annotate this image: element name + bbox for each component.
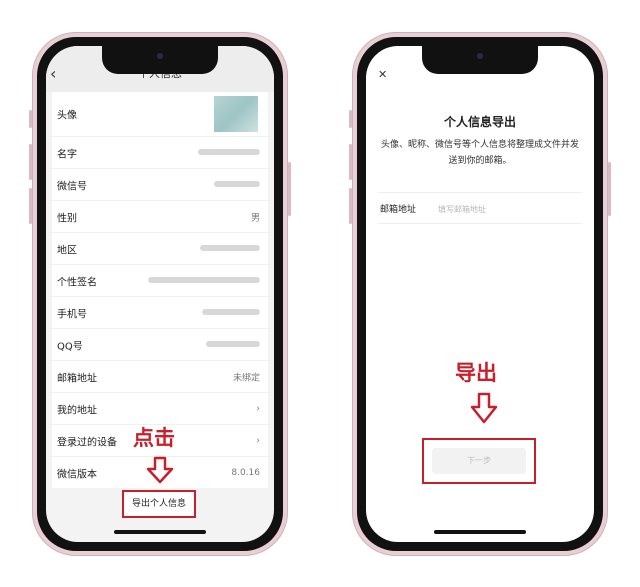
volume-down-button xyxy=(29,188,32,224)
row-avatar[interactable]: 头像 xyxy=(52,92,268,137)
notch xyxy=(422,46,538,74)
row-value: 男 xyxy=(250,213,260,223)
volume-down-button xyxy=(349,188,352,224)
mute-switch xyxy=(349,110,352,128)
arrow-down-icon xyxy=(146,456,174,484)
highlight-box: 下一步 xyxy=(422,438,536,484)
row-label: 名字 xyxy=(57,149,77,160)
row-label: QQ号 xyxy=(57,341,83,352)
notch xyxy=(102,46,218,74)
row-label: 登录过的设备 xyxy=(57,437,117,448)
row-label: 手机号 xyxy=(57,309,87,320)
email-label: 邮箱地址 xyxy=(380,205,417,215)
row-label: 性别 xyxy=(57,213,77,224)
power-button xyxy=(608,162,611,216)
power-button xyxy=(288,162,291,216)
row-value: 未绑定 xyxy=(232,373,260,383)
screen-export-info: ✕ 个人信息导出 头像、昵称、微信号等个人信息将整理成文件并发送到你的邮箱。 邮… xyxy=(366,46,594,542)
email-input[interactable] xyxy=(436,199,590,219)
blurred-value xyxy=(206,340,260,347)
row-phone[interactable]: 手机号 xyxy=(52,297,268,329)
home-indicator xyxy=(434,530,526,534)
row-label: 我的地址 xyxy=(57,405,97,416)
row-name[interactable]: 名字 xyxy=(52,137,268,169)
blurred-value xyxy=(148,276,260,283)
blurred-value xyxy=(202,308,260,315)
home-indicator xyxy=(114,530,206,534)
avatar xyxy=(214,96,258,132)
row-signature[interactable]: 个性签名 xyxy=(52,265,268,297)
row-gender[interactable]: 性别 男 xyxy=(52,201,268,233)
export-description: 头像、昵称、微信号等个人信息将整理成文件并发送到你的邮箱。 xyxy=(380,140,579,166)
row-label: 微信版本 xyxy=(57,469,97,480)
close-icon[interactable]: ✕ xyxy=(378,68,387,81)
row-label: 个性签名 xyxy=(57,277,97,288)
page-title: 个人信息导出 xyxy=(443,115,516,129)
row-wechat-id[interactable]: 微信号 xyxy=(52,169,268,201)
next-step-button[interactable]: 下一步 xyxy=(432,448,526,474)
row-value: 8.0.16 xyxy=(231,467,260,478)
annotation-tap: 点击 xyxy=(133,426,175,450)
chevron-right-icon: › xyxy=(256,435,260,446)
row-label: 邮箱地址 xyxy=(57,373,97,384)
row-email[interactable]: 邮箱地址 未绑定 xyxy=(52,361,268,393)
export-info-button[interactable]: 导出个人信息 xyxy=(122,490,196,518)
row-my-address[interactable]: 我的地址 › xyxy=(52,393,268,425)
camera-icon xyxy=(157,53,163,59)
row-label: 头像 xyxy=(57,110,77,122)
blurred-value xyxy=(198,148,260,155)
row-qq[interactable]: QQ号 xyxy=(52,329,268,361)
chevron-right-icon: › xyxy=(256,403,260,414)
row-region[interactable]: 地区 xyxy=(52,233,268,265)
annotation-export: 导出 xyxy=(455,361,497,385)
blurred-value xyxy=(200,244,260,251)
mute-switch xyxy=(29,110,32,128)
phone-frame-right: ✕ 个人信息导出 头像、昵称、微信号等个人信息将整理成文件并发送到你的邮箱。 邮… xyxy=(349,32,611,556)
camera-icon xyxy=(477,53,483,59)
row-label: 地区 xyxy=(57,245,77,256)
row-label: 微信号 xyxy=(57,181,87,192)
volume-up-button xyxy=(29,144,32,180)
email-field-row: 邮箱地址 xyxy=(378,192,590,224)
volume-up-button xyxy=(349,144,352,180)
blurred-value xyxy=(214,180,260,187)
arrow-down-icon xyxy=(470,392,498,424)
